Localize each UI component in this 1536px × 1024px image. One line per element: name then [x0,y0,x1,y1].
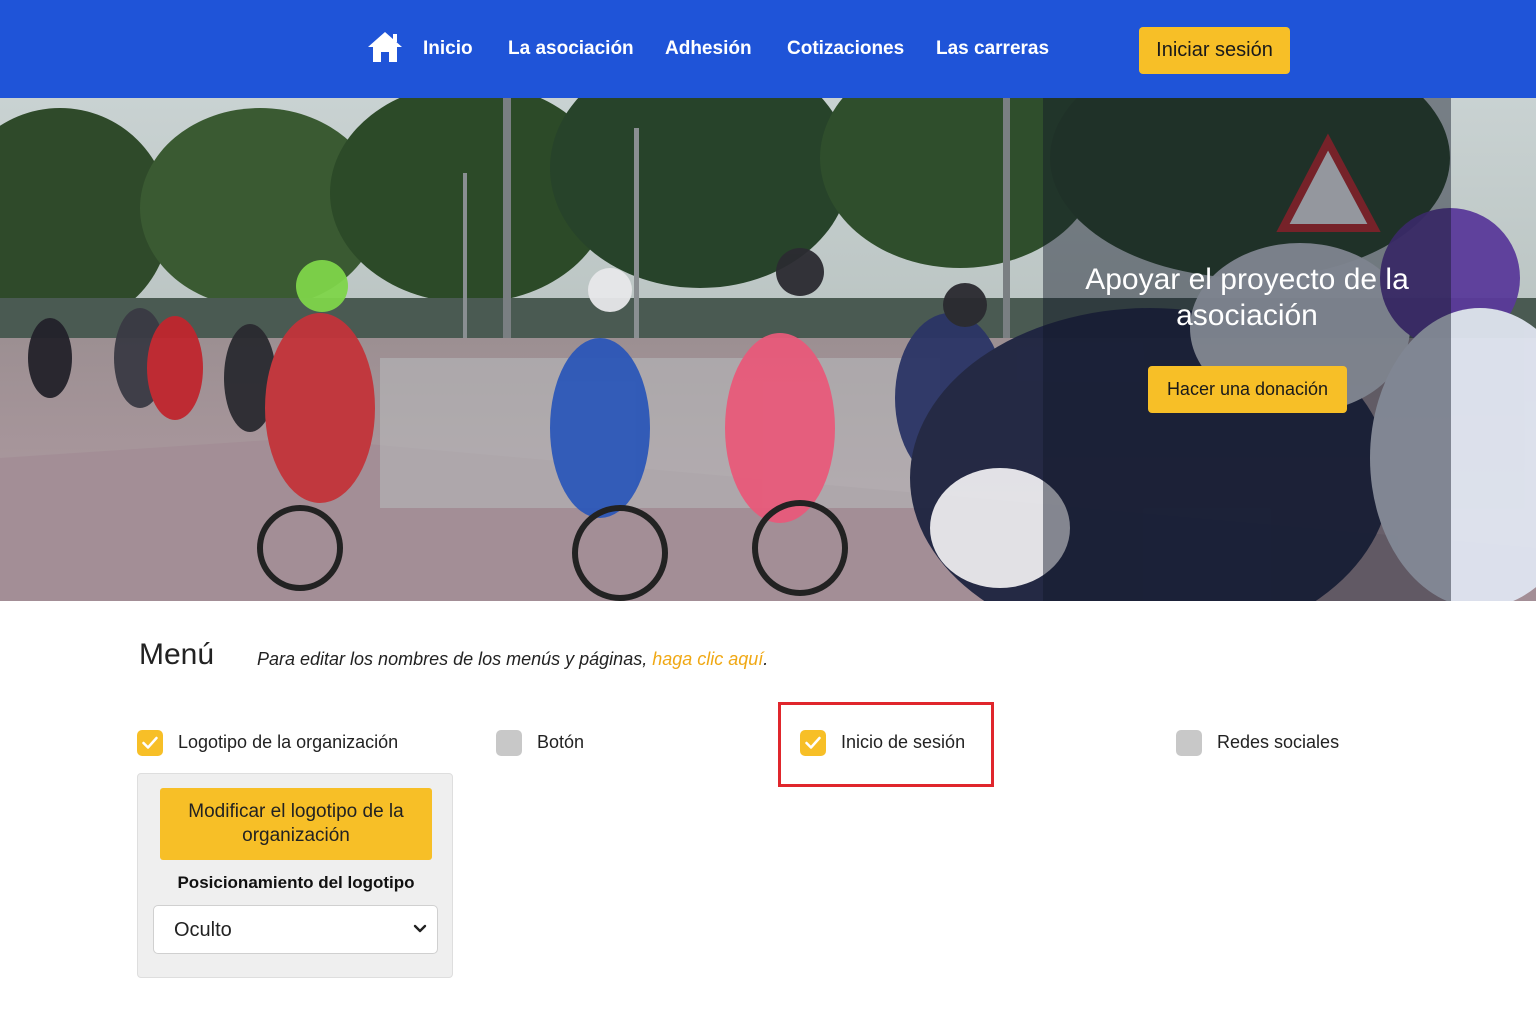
edit-menu-link[interactable]: haga clic aquí [652,649,763,669]
checkbox-button[interactable] [496,730,522,756]
checkbox-social-networks[interactable] [1176,730,1202,756]
login-button[interactable]: Iniciar sesión [1139,27,1290,74]
nav-link-cotizaciones[interactable]: Cotizaciones [787,38,904,60]
nav-link-las-carreras[interactable]: Las carreras [936,38,1049,60]
option-label-social-networks: Redes sociales [1217,732,1340,752]
logo-position-label: Posicionamiento del logotipo [177,873,415,892]
logo-position-select[interactable]: Oculto [153,905,438,954]
hero-overlay-panel [1043,98,1451,601]
option-label-organization-logo: Logotipo de la organización [178,732,399,752]
chevron-down-icon [413,924,427,933]
logo-position-value: Oculto [174,919,232,941]
logo-settings-panel: Modificar el logotipo de la organización… [137,773,453,978]
highlight-box [778,702,994,787]
menu-edit-hint: Para editar los nombres de los menús y p… [257,649,768,670]
modify-logo-button[interactable]: Modificar el logotipo de la organización [160,788,432,860]
top-navbar: Inicio La asociación Adhesión Cotizacion… [0,0,1536,98]
donate-button[interactable]: Hacer una donación [1148,366,1347,413]
hero-title: Apoyar el proyecto de la asociación [1085,263,1409,332]
nav-link-la-asociacion[interactable]: La asociación [508,38,634,60]
option-label-button: Botón [537,732,585,752]
menu-hint-prefix: Para editar los nombres de los menús y p… [257,649,653,669]
menu-hint-suffix: . [763,649,769,669]
hero-banner: Apoyar el proyecto de la asociación Hace… [0,98,1536,601]
nav-link-inicio[interactable]: Inicio [423,38,473,60]
home-icon[interactable] [366,30,404,64]
menu-section-title: Menú [139,638,215,671]
check-icon [142,736,158,749]
nav-link-adhesion[interactable]: Adhesión [665,38,752,60]
checkbox-organization-logo[interactable] [137,730,163,756]
